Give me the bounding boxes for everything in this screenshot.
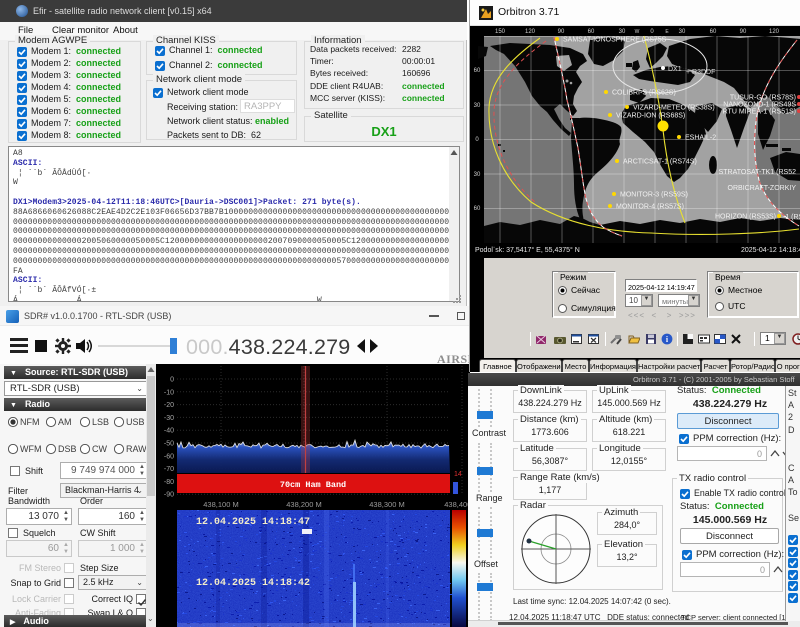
svg-text:120: 120 — [769, 29, 780, 35]
svg-text:120: 120 — [525, 29, 536, 35]
svg-text:60: 60 — [588, 29, 595, 35]
svg-text:-80: -80 — [164, 479, 174, 486]
svg-text:90: 90 — [558, 29, 565, 35]
svg-text:70cm Ham Band: 70cm Ham Band — [280, 480, 346, 490]
svg-text:30: 30 — [474, 103, 481, 109]
svg-text:90: 90 — [740, 29, 747, 35]
svg-text:438,300 M: 438,300 M — [369, 500, 404, 509]
svg-text:ESHAIL-2: ESHAIL-2 — [685, 135, 716, 142]
svg-text:HORIZON (RS53S): HORIZON (RS53S) — [715, 214, 776, 221]
svg-text:-60: -60 — [164, 453, 174, 460]
svg-text:MONITOR-3 (RS59S): MONITOR-3 (RS59S) — [620, 192, 688, 199]
svg-text:-90: -90 — [164, 492, 174, 499]
svg-text:SAMSAT-IONOSPHERE (RS75S: SAMSAT-IONOSPHERE (RS75S — [563, 37, 667, 44]
svg-text:ARCTICSAT-1 (RS74S): ARCTICSAT-1 (RS74S) — [623, 159, 697, 166]
svg-text:-70: -70 — [164, 466, 174, 473]
svg-text:438,200 M: 438,200 M — [286, 500, 321, 509]
svg-text:60: 60 — [474, 206, 481, 212]
svg-text:-10: -10 — [164, 389, 174, 396]
svg-text:TUSUR-GO (RS78S): TUSUR-GO (RS78S) — [730, 95, 796, 102]
svg-text:STRATOSAT-TK1 (RS52: STRATOSAT-TK1 (RS52 — [719, 169, 797, 176]
svg-text:0: 0 — [170, 377, 174, 384]
svg-text:60: 60 — [474, 68, 481, 74]
svg-text:30: 30 — [619, 29, 626, 35]
svg-text:Podolˈsk: 37,5417° E, 55,4375°: Podolˈsk: 37,5417° E, 55,4375° N — [475, 246, 580, 254]
svg-text:30: 30 — [474, 172, 481, 178]
svg-text:12.04.2025 14:18:47: 12.04.2025 14:18:47 — [196, 517, 310, 528]
svg-text:-40: -40 — [164, 428, 174, 435]
svg-text:MONITOR-4 (RS57S): MONITOR-4 (RS57S) — [616, 204, 684, 211]
svg-text:-1 (RS5: -1 (RS5 — [783, 214, 800, 221]
svg-text:-30: -30 — [164, 415, 174, 422]
svg-text:438,100 M: 438,100 M — [203, 500, 238, 509]
svg-text:150: 150 — [495, 29, 506, 35]
svg-text:14: 14 — [454, 471, 462, 478]
svg-text:VIZARD-METEO (RS38S): VIZARD-METEO (RS38S) — [633, 105, 715, 112]
svg-text:DX1: DX1 — [668, 66, 682, 73]
svg-text:438,400 M: 438,400 M — [444, 500, 470, 509]
svg-text:W: W — [635, 29, 640, 35]
svg-text:ORBICRAFT-ZORKIY: ORBICRAFT-ZORKIY — [728, 185, 797, 192]
svg-text:+ R3DDF: + R3DDF — [686, 69, 715, 76]
svg-text:COLIBRI-S (RS62S): COLIBRI-S (RS62S) — [612, 90, 676, 97]
svg-text:NANOZOND-1 (RS49S: NANOZOND-1 (RS49S — [723, 102, 796, 109]
svg-text:RTU MIREA-1 (RS51S): RTU MIREA-1 (RS51S) — [723, 109, 796, 116]
svg-text:30: 30 — [679, 29, 686, 35]
svg-text:60: 60 — [710, 29, 717, 35]
svg-text:12.04.2025 14:18:42: 12.04.2025 14:18:42 — [196, 578, 310, 589]
svg-text:VIZARD-ION (RS68S): VIZARD-ION (RS68S) — [616, 113, 685, 120]
svg-text:-50: -50 — [164, 441, 174, 448]
svg-text:-20: -20 — [164, 402, 174, 409]
svg-text:2025-04-12 14:18:4: 2025-04-12 14:18:4 — [741, 247, 800, 254]
